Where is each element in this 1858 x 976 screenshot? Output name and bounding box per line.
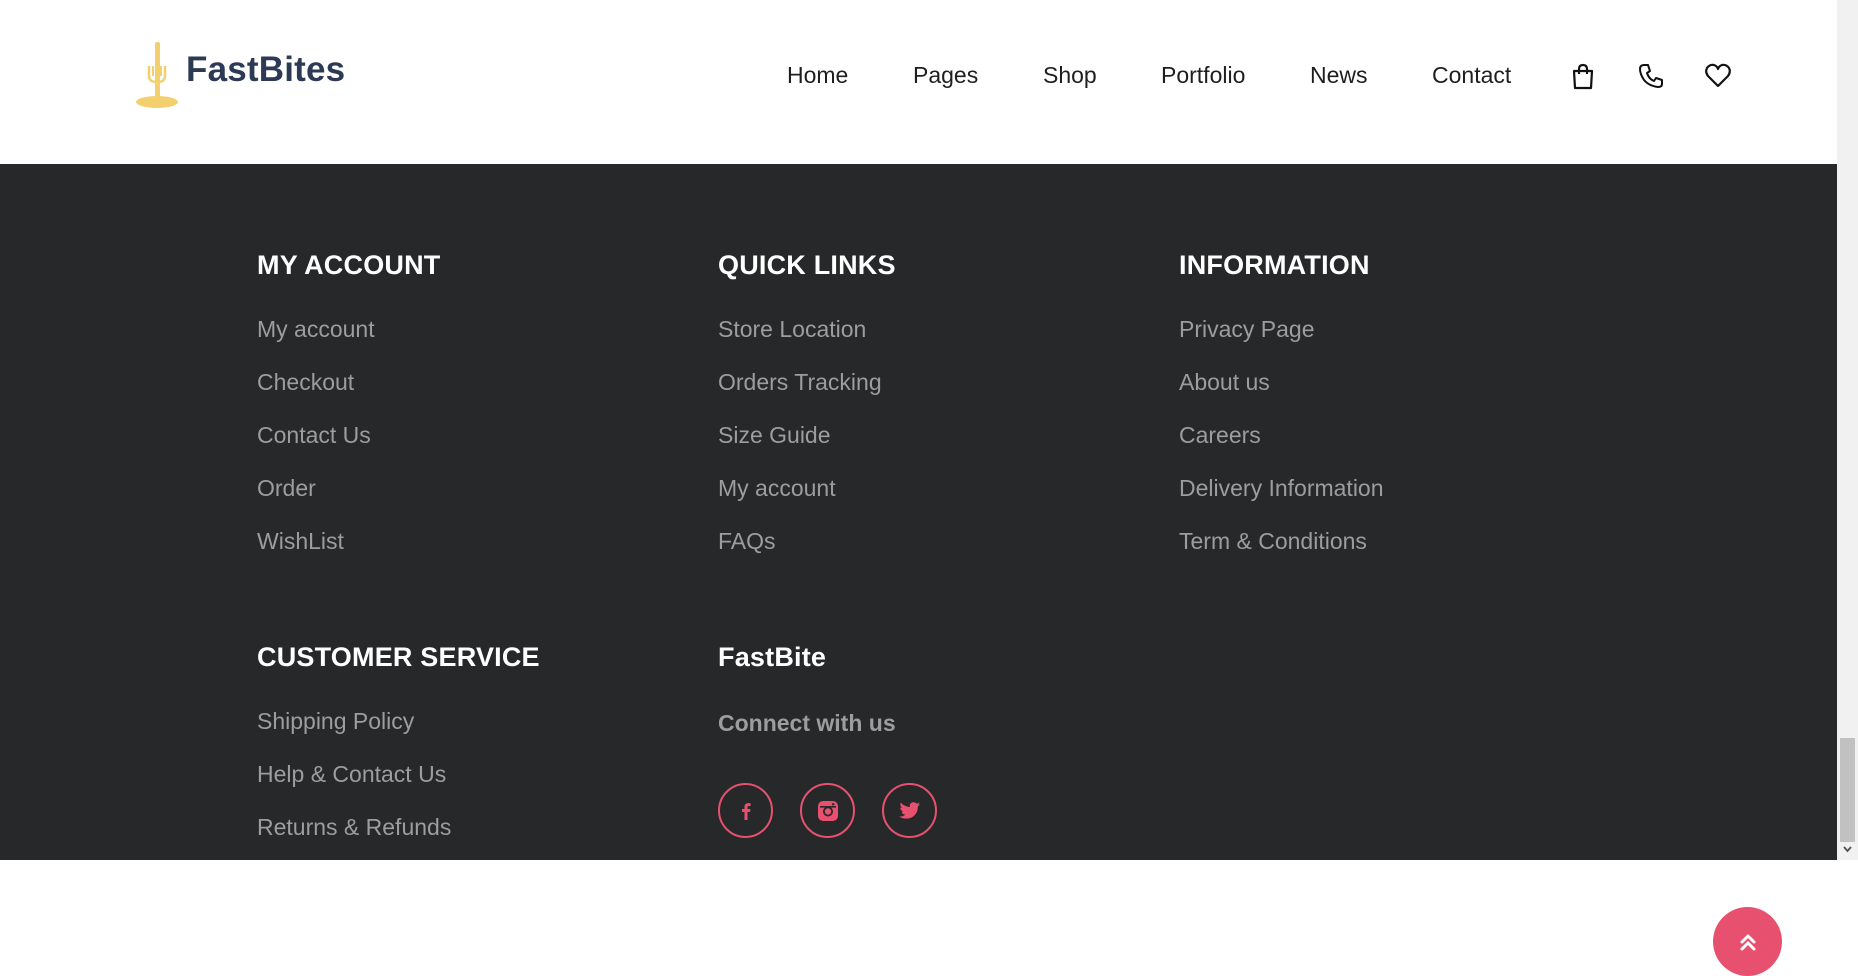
fastbite-heading: FastBite bbox=[718, 642, 827, 672]
twitter-icon[interactable] bbox=[882, 783, 937, 838]
footer-link[interactable]: FAQs bbox=[718, 528, 776, 555]
footer-link[interactable]: My account bbox=[718, 475, 836, 502]
back-to-top-button[interactable] bbox=[1713, 907, 1782, 976]
footer-link[interactable]: Size Guide bbox=[718, 422, 831, 449]
site-footer: MY ACCOUNT My account Checkout Contact U… bbox=[0, 164, 1837, 976]
instagram-icon bbox=[817, 800, 838, 821]
footer-link[interactable]: Returns & Refunds bbox=[257, 814, 451, 841]
nav-item-pages[interactable]: Pages bbox=[913, 62, 978, 89]
footer-link[interactable]: Term & Conditions bbox=[1179, 528, 1367, 555]
fork-logo-icon bbox=[136, 42, 178, 108]
footer-link[interactable]: Order bbox=[257, 475, 316, 502]
nav-item-portfolio[interactable]: Portfolio bbox=[1161, 62, 1245, 89]
facebook-icon[interactable] bbox=[718, 783, 773, 838]
heart-icon[interactable] bbox=[1704, 62, 1732, 90]
footer-link[interactable]: WishList bbox=[257, 528, 344, 555]
footer-link[interactable]: Store Location bbox=[718, 316, 866, 343]
nav-item-shop[interactable]: Shop bbox=[1043, 62, 1097, 89]
customer-service-heading: CUSTOMER SERVICE bbox=[257, 642, 540, 672]
phone-icon[interactable] bbox=[1637, 62, 1665, 90]
footer-link[interactable]: About us bbox=[1179, 369, 1270, 396]
footer-link[interactable]: Shipping Policy bbox=[257, 708, 414, 735]
double-chevron-up-icon bbox=[1740, 934, 1755, 950]
footer-link[interactable]: Privacy Page bbox=[1179, 316, 1315, 343]
footer-link[interactable]: Delivery Information bbox=[1179, 475, 1384, 502]
scrollbar-thumb[interactable] bbox=[1840, 738, 1855, 842]
instagram-icon[interactable] bbox=[800, 783, 855, 838]
nav-item-news[interactable]: News bbox=[1310, 62, 1368, 89]
footer-link[interactable]: Orders Tracking bbox=[718, 369, 882, 396]
footer-link[interactable]: Checkout bbox=[257, 369, 354, 396]
footer-link[interactable]: Contact Us bbox=[257, 422, 371, 449]
footer-link[interactable]: Careers bbox=[1179, 422, 1261, 449]
twitter-icon bbox=[898, 801, 920, 819]
my-account-heading: MY ACCOUNT bbox=[257, 250, 441, 280]
footer-link[interactable]: Help & Contact Us bbox=[257, 761, 446, 788]
connect-with-us-label: Connect with us bbox=[718, 710, 896, 736]
facebook-icon bbox=[741, 802, 751, 820]
quick-links-heading: QUICK LINKS bbox=[718, 250, 896, 280]
nav-item-home[interactable]: Home bbox=[787, 62, 848, 89]
brand-name: FastBites bbox=[186, 50, 346, 89]
shopping-bag-icon[interactable] bbox=[1569, 62, 1597, 90]
nav-item-contact[interactable]: Contact bbox=[1432, 62, 1511, 89]
logo[interactable]: FastBites bbox=[134, 40, 345, 110]
site-header: FastBites Home Pages Shop Portfolio News… bbox=[0, 0, 1837, 164]
information-heading: INFORMATION bbox=[1179, 250, 1370, 280]
scroll-down-arrow-icon[interactable] bbox=[1841, 843, 1854, 856]
page-scrollbar[interactable] bbox=[1837, 0, 1858, 860]
footer-link[interactable]: My account bbox=[257, 316, 375, 343]
